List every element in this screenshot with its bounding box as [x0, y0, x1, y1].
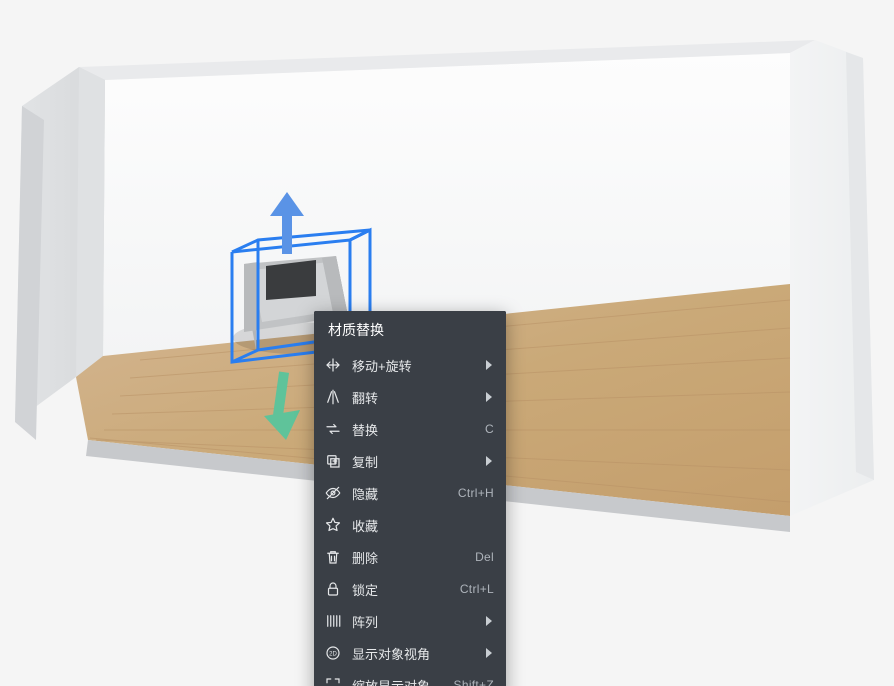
menu-item-show-object-view[interactable]: 2D 显示对象视角 — [314, 637, 506, 669]
menu-item-favorite[interactable]: 收藏 — [314, 509, 506, 541]
svg-text:2D: 2D — [329, 651, 337, 657]
chevron-right-icon — [486, 647, 494, 659]
menu-item-delete[interactable]: 删除 Del — [314, 541, 506, 573]
hide-icon — [324, 484, 342, 502]
menu-item-shortcut: Ctrl+L — [448, 582, 494, 596]
delete-icon — [324, 548, 342, 566]
context-menu[interactable]: 材质替换 移动+旋转 翻转 替换 C 复制 隐藏 Ctrl+H — [314, 311, 506, 686]
menu-item-replace[interactable]: 替换 C — [314, 413, 506, 445]
menu-item-array[interactable]: 阵列 — [314, 605, 506, 637]
menu-item-zoom-fit-object[interactable]: 缩放显示对象 Shift+Z — [314, 669, 506, 686]
menu-item-label: 阵列 — [352, 612, 476, 631]
menu-item-move-rotate[interactable]: 移动+旋转 — [314, 349, 506, 381]
menu-item-label: 复制 — [352, 452, 476, 471]
menu-item-shortcut: C — [448, 422, 494, 436]
menu-item-label: 隐藏 — [352, 484, 438, 503]
menu-item-label: 显示对象视角 — [352, 644, 476, 663]
chevron-right-icon — [486, 455, 494, 467]
flip-icon — [324, 388, 342, 406]
menu-item-label: 收藏 — [352, 516, 438, 535]
zoom-fit-icon — [324, 676, 342, 686]
chevron-right-icon — [486, 391, 494, 403]
menu-item-shortcut: Del — [448, 550, 494, 564]
menu-item-hide[interactable]: 隐藏 Ctrl+H — [314, 477, 506, 509]
favorite-icon — [324, 516, 342, 534]
menu-item-label: 锁定 — [352, 580, 438, 599]
menu-item-flip[interactable]: 翻转 — [314, 381, 506, 413]
menu-item-shortcut: Ctrl+H — [448, 486, 494, 500]
chevron-right-icon — [486, 615, 494, 627]
menu-item-lock[interactable]: 锁定 Ctrl+L — [314, 573, 506, 605]
view-2d-icon: 2D — [324, 644, 342, 662]
menu-item-label: 移动+旋转 — [352, 356, 476, 375]
menu-item-label: 缩放显示对象 — [352, 676, 438, 686]
menu-item-copy[interactable]: 复制 — [314, 445, 506, 477]
menu-item-label: 翻转 — [352, 388, 476, 407]
context-menu-header: 材质替换 — [314, 311, 506, 349]
move-rotate-icon — [324, 356, 342, 374]
array-icon — [324, 612, 342, 630]
menu-item-shortcut: Shift+Z — [448, 678, 494, 686]
lock-icon — [324, 580, 342, 598]
copy-icon — [324, 452, 342, 470]
replace-icon — [324, 420, 342, 438]
menu-item-label: 删除 — [352, 548, 438, 567]
menu-item-label: 替换 — [352, 420, 438, 439]
chevron-right-icon — [486, 359, 494, 371]
